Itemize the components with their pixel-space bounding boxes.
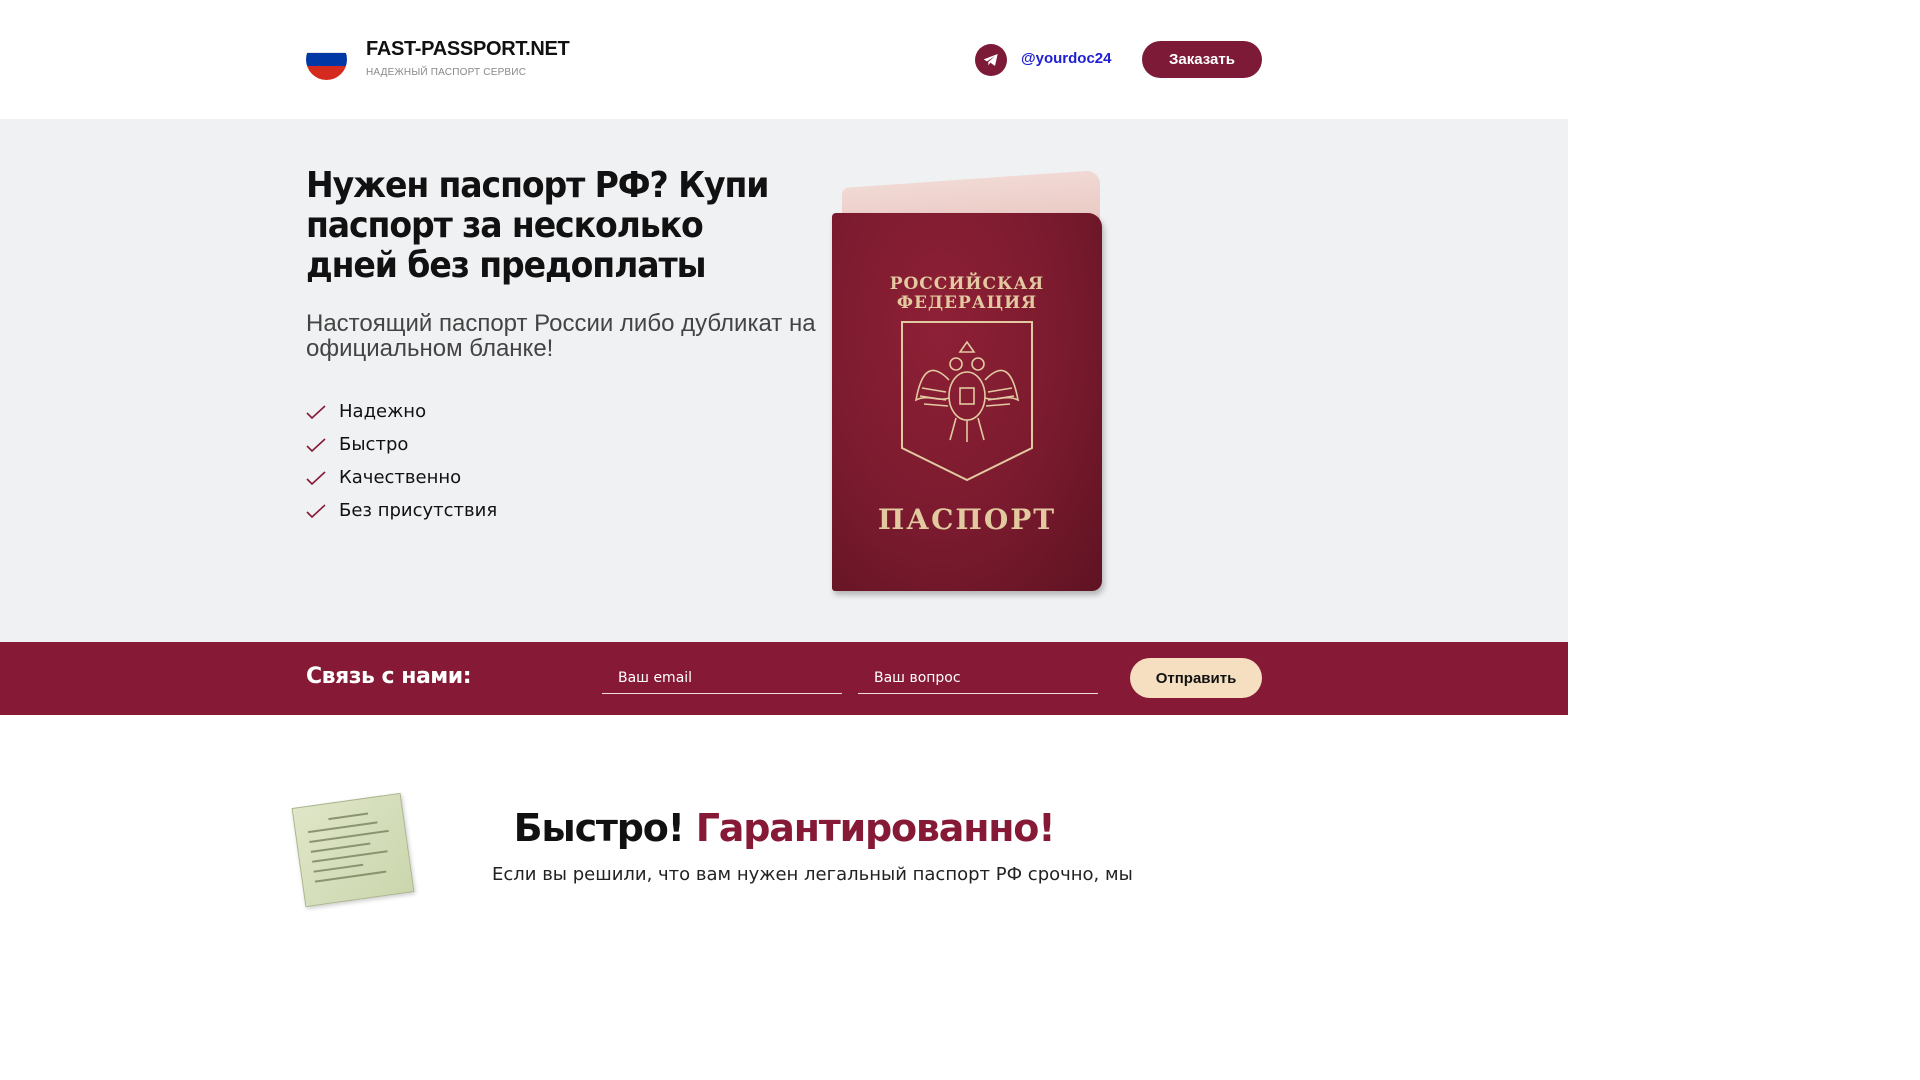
passport-word-text: ПАСПОРТ [877, 503, 1057, 536]
check-icon [306, 404, 326, 419]
russia-flag-icon[interactable] [306, 39, 347, 80]
feature-list: Надежно Быстро Качественно Без присутств… [306, 395, 497, 527]
feature-item: Быстро [306, 428, 497, 461]
hero-section: Нужен паспорт РФ? Купи паспорт за нескол… [0, 119, 1568, 642]
feature-label: Качественно [339, 467, 462, 488]
coat-of-arms-icon [901, 321, 1033, 482]
site-header: FAST-PASSPORT.NET НАДЕЖНЫЙ ПАСПОРТ СЕРВИ… [0, 0, 1568, 119]
contact-title: Связь с нами: [306, 664, 472, 689]
contact-bar: Связь с нами: Отправить [0, 642, 1568, 715]
section-title: Быстро! Гарантированно! [0, 806, 1568, 850]
passport-image: РОССИЙСКАЯ ФЕДЕРАЦИЯ ПАСПОРТ [832, 169, 1104, 593]
telegram-icon[interactable] [975, 44, 1007, 76]
question-field[interactable] [858, 662, 1098, 694]
check-icon [306, 437, 326, 452]
feature-item: Без присутствия [306, 494, 497, 527]
telegram-link[interactable]: @yourdoc24 [1021, 50, 1111, 67]
order-button[interactable]: Заказать [1142, 41, 1262, 78]
send-button[interactable]: Отправить [1130, 658, 1262, 698]
section-title-part1: Быстро! [513, 806, 685, 850]
passport-country-text: РОССИЙСКАЯ ФЕДЕРАЦИЯ [889, 274, 1045, 313]
feature-item: Качественно [306, 461, 497, 494]
feature-label: Надежно [339, 401, 427, 422]
brand-subtitle: НАДЕЖНЫЙ ПАСПОРТ СЕРВИС [366, 67, 527, 78]
check-icon [306, 470, 326, 485]
brand-title[interactable]: FAST-PASSPORT.NET [366, 38, 570, 61]
section-title-part2: Гарантированно! [695, 806, 1056, 850]
email-field[interactable] [602, 662, 842, 694]
hero-title: Нужен паспорт РФ? Купи паспорт за нескол… [306, 165, 770, 286]
check-icon [306, 503, 326, 518]
section-text: Если вы решили, что вам нужен легальный … [492, 864, 1133, 885]
passport-cover: РОССИЙСКАЯ ФЕДЕРАЦИЯ ПАСПОРТ [832, 213, 1102, 591]
hero-subtitle: Настоящий паспорт России либо дубликат н… [306, 310, 816, 362]
feature-label: Без присутствия [339, 500, 498, 521]
feature-item: Надежно [306, 395, 497, 428]
feature-label: Быстро [339, 434, 409, 455]
